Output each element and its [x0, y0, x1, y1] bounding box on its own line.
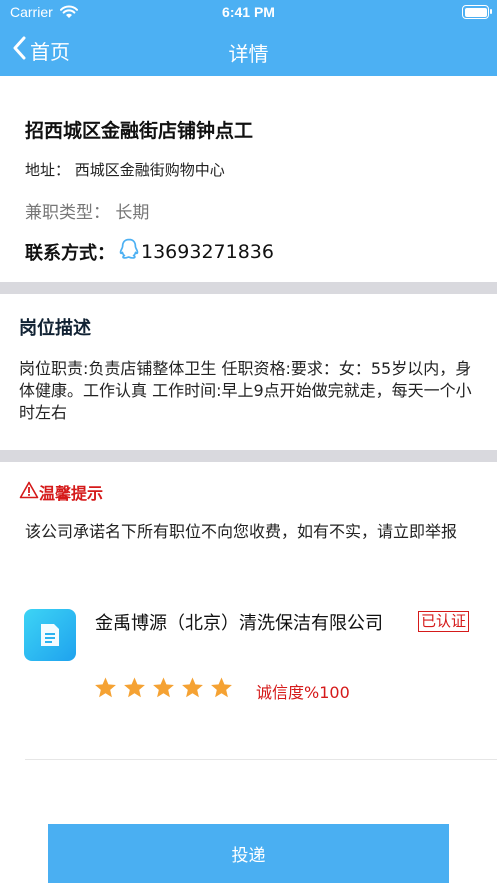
document-icon	[41, 624, 59, 646]
company-logo	[24, 609, 76, 661]
divider	[25, 759, 497, 760]
star-icon	[153, 677, 174, 698]
contact-row: 联系方式： 13693271836	[25, 238, 274, 265]
status-bar: Carrier 6:41 PM	[0, 0, 497, 26]
section-divider	[0, 282, 497, 294]
navigation-bar: Carrier 6:41 PM 首页 详情	[0, 0, 497, 76]
description-title: 岗位描述	[19, 318, 91, 339]
job-title: 招西城区金融街店铺钟点工	[25, 120, 254, 142]
warning-text: 该公司承诺名下所有职位不向您收费，如有不实，请立即举报	[25, 522, 458, 541]
verified-badge: 已认证	[418, 611, 470, 632]
qq-icon[interactable]	[119, 238, 139, 265]
job-type: 兼职类型： 长期	[25, 203, 150, 223]
star-icon	[211, 677, 232, 698]
company-section: 温馨提示 该公司承诺名下所有职位不向您收费，如有不实，请立即举报 金禹博源（北京…	[0, 462, 497, 883]
description-text: 岗位职责:负责店铺整体卫生 任职资格:要求：女：55岁以内，身体健康。工作认真 …	[19, 359, 472, 422]
rating-stars	[93, 676, 238, 700]
submit-button[interactable]: 投递	[48, 824, 449, 883]
job-summary: 招西城区金融街店铺钟点工 地址： 西城区金融街购物中心 兼职类型： 长期 联系方…	[0, 76, 497, 282]
job-description-section: 岗位描述 岗位职责:负责店铺整体卫生 任职资格:要求：女：55岁以内，身体健康。…	[0, 294, 497, 450]
warning-tip: 温馨提示	[19, 480, 103, 504]
company-name[interactable]: 金禹博源（北京）清洗保洁有限公司	[95, 612, 395, 636]
warning-title: 温馨提示	[39, 484, 104, 503]
star-icon	[182, 677, 203, 698]
star-icon	[95, 677, 116, 698]
page-title: 详情	[228, 42, 269, 66]
job-address: 地址： 西城区金融街购物中心	[25, 161, 225, 179]
phone-number[interactable]: 13693271836	[141, 241, 274, 263]
warning-icon	[19, 481, 39, 503]
star-icon	[124, 677, 145, 698]
section-divider	[0, 450, 497, 462]
clock: 6:41 PM	[222, 4, 275, 20]
battery-icon	[462, 5, 492, 19]
credit-score: 诚信度%100	[256, 683, 350, 702]
contact-label: 联系方式：	[25, 242, 115, 264]
